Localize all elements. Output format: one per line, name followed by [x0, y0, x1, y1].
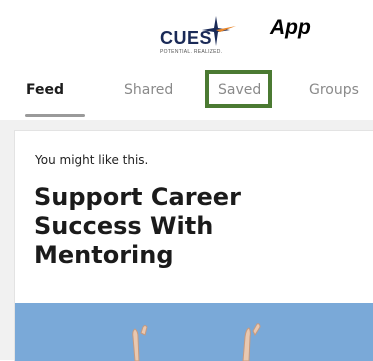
app-label: App	[270, 16, 311, 39]
logo-star-icon	[202, 16, 236, 46]
tab-shared[interactable]: Shared	[124, 82, 173, 98]
card-kicker: You might like this.	[35, 153, 149, 167]
card-title[interactable]: Support Career Success With Mentoring	[34, 183, 354, 270]
celebrating-hands-photo	[15, 303, 373, 361]
tab-bar: Feed Shared Saved Groups	[0, 72, 373, 118]
tab-groups[interactable]: Groups	[309, 82, 359, 98]
tab-feed[interactable]: Feed	[26, 82, 64, 98]
cues-logo: CUES POTENTIAL. REALIZED.	[160, 14, 240, 60]
active-tab-indicator	[25, 114, 85, 117]
app-header: CUES POTENTIAL. REALIZED. App	[0, 0, 373, 72]
feed-card[interactable]: You might like this. Support Career Succ…	[14, 130, 373, 361]
logo-tagline: POTENTIAL. REALIZED.	[160, 49, 223, 55]
saved-highlight-box	[205, 70, 272, 108]
card-image[interactable]	[15, 303, 373, 361]
